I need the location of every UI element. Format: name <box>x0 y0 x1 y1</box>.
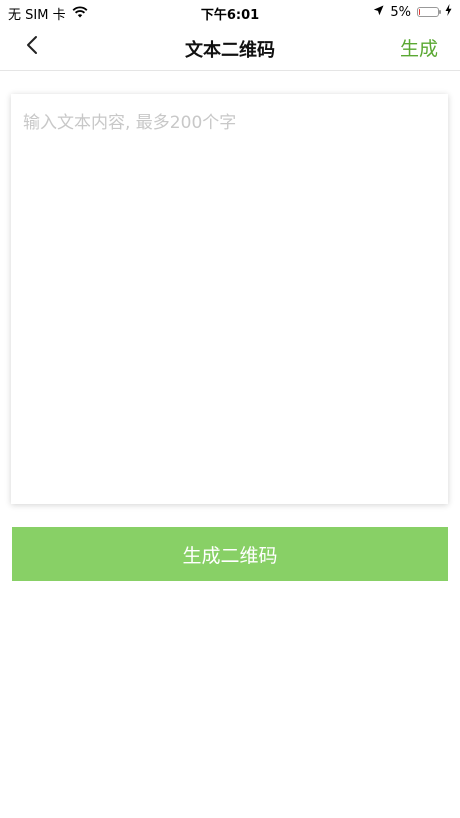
battery-level-fill <box>419 9 420 15</box>
text-content-input[interactable] <box>11 94 448 504</box>
text-input-card <box>11 94 448 504</box>
charging-bolt-icon <box>445 4 452 20</box>
page-title: 文本二维码 <box>185 40 275 61</box>
screen: 无 SIM 卡 下午6:01 5% 文本二维码 生成 输入文本内容, 最多200… <box>0 0 460 818</box>
generate-nav-button[interactable]: 生成 <box>400 34 438 61</box>
status-bar: 无 SIM 卡 下午6:01 5% <box>0 0 460 24</box>
generate-qr-button[interactable]: 生成二维码 <box>12 527 448 581</box>
battery-icon <box>417 7 441 17</box>
status-bar-right: 5% <box>373 4 452 20</box>
nav-bar: 文本二维码 生成 <box>0 24 460 71</box>
location-arrow-icon <box>373 5 384 20</box>
battery-percent: 5% <box>390 4 411 20</box>
